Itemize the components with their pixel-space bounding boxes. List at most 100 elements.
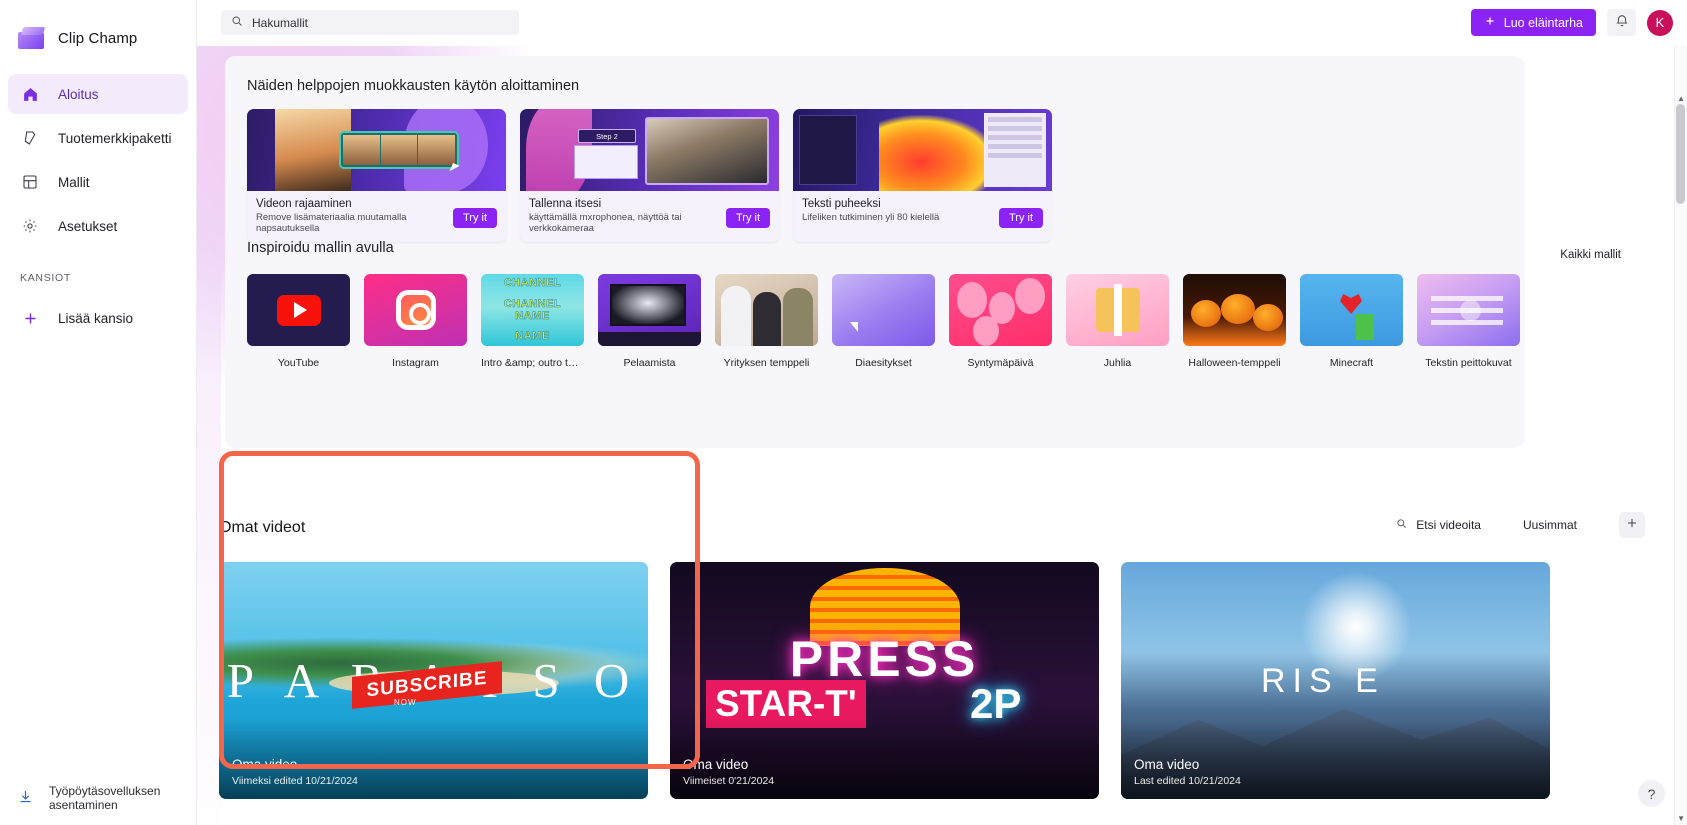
try-it-button[interactable]: Try it: [452, 208, 497, 228]
sidebar-item-label: Aloitus: [58, 86, 99, 102]
sidebar-item-label: Lisää kansio: [58, 310, 134, 326]
templates-title: Inspiroidu mallin avulla: [247, 240, 394, 256]
chevron-right-icon: ›: [1460, 300, 1481, 321]
scroll-down-arrow[interactable]: ▼: [1677, 814, 1685, 823]
sidebar-item-aloitus[interactable]: Aloitus: [8, 74, 188, 114]
template-label: Pelaamista: [623, 357, 676, 369]
brand-kit-icon: [20, 128, 40, 148]
sort-dropdown[interactable]: Uusimmat: [1523, 518, 1577, 532]
template-thumbnail: [598, 274, 701, 346]
template-card-birthday[interactable]: Syntymäpäivä: [949, 274, 1052, 369]
quick-edit-thumbnail: Step 2: [520, 109, 779, 191]
template-card-instagram[interactable]: Instagram: [364, 274, 467, 369]
template-thumbnail: CHANNEL CHANNEL NAME NAME: [481, 274, 584, 346]
template-thumbnail: [1300, 274, 1403, 346]
search-templates-input[interactable]: Hakumallit: [221, 10, 519, 35]
add-video-button[interactable]: [1619, 512, 1645, 538]
search-templates-value: Hakumallit: [252, 15, 309, 30]
template-card-youtube[interactable]: YouTube: [247, 274, 350, 369]
plus-icon: [1625, 515, 1639, 535]
template-card-intro-outro[interactable]: CHANNEL CHANNEL NAME NAME Intro &amp; ou…: [481, 274, 584, 369]
template-label: YouTube: [277, 357, 320, 369]
template-thumbnail: [1066, 274, 1169, 346]
brand-name: Clip Champ: [58, 30, 138, 47]
template-card-text-overlays[interactable]: › Tekstin peittokuvat: [1417, 274, 1520, 369]
template-label: Minecraft: [1329, 357, 1374, 369]
video-name: Oma video: [683, 757, 749, 772]
notifications-button[interactable]: [1607, 9, 1636, 36]
template-label: Instagram: [392, 357, 439, 369]
sidebar-item-label: Tuotemerkkipaketti: [58, 130, 172, 146]
gear-icon: [20, 216, 40, 236]
template-card-business[interactable]: Yrityksen temppeli: [715, 274, 818, 369]
decorative-gradient-strip: [197, 46, 221, 825]
sidebar-nav: Aloitus Tuotemerkkipaketti Mallit Asetuk…: [0, 74, 196, 246]
sidebar-folders: Lisää kansio: [0, 298, 196, 338]
template-label: Diaesitykset: [855, 357, 912, 369]
video-card[interactable]: RIS E Oma video Last edited 10/21/2024: [1121, 562, 1550, 799]
my-videos-title: Omat videot: [219, 519, 306, 536]
download-icon: [18, 789, 33, 807]
quick-edit-card[interactable]: Videon rajaaminen Remove lisämateriaalia…: [247, 109, 506, 242]
video-card[interactable]: PRESS STAR-T' 2P Oma video Viimeiset 0'2…: [670, 562, 1099, 799]
try-it-button[interactable]: Try it: [998, 208, 1043, 228]
template-card-minecraft[interactable]: Minecraft: [1300, 274, 1403, 369]
template-thumbnail: [247, 274, 350, 346]
quick-edit-subtitle: Remove lisämateriaalia muutamalla napsau…: [256, 212, 407, 235]
quick-edit-thumbnail: [793, 109, 1052, 191]
video-name: Oma video: [232, 757, 298, 772]
install-desktop-app[interactable]: Työpöytäsovelluksen asentaminen: [0, 781, 197, 815]
sidebar-item-add-folder[interactable]: Lisää kansio: [8, 298, 188, 338]
quick-edit-subtitle: käyttämällä mxrophonea, näyttöä tai verk…: [529, 212, 682, 235]
scroll-up-arrow[interactable]: ▲: [1677, 94, 1685, 103]
quick-edits-title: Näiden helppojen muokkausten käytön aloi…: [247, 78, 580, 94]
quick-edit-card[interactable]: Step 2 Tallenna itsesi käyttämällä mxrop…: [520, 109, 779, 242]
create-button[interactable]: Luo eläintarha: [1470, 9, 1596, 36]
template-thumbnail: [832, 274, 935, 346]
video-edited: Viimeiset 0'21/2024: [683, 775, 775, 787]
hero-card: Näiden helppojen muokkausten käytön aloi…: [225, 56, 1621, 448]
main-content: Näiden helppojen muokkausten käytön aloi…: [197, 46, 1687, 825]
templates-row: YouTube Instagram CHANNEL CHANNEL NAME N…: [247, 274, 1520, 369]
scrollbar-thumb[interactable]: [1676, 104, 1685, 204]
bell-icon: [1615, 14, 1629, 31]
templates-grid-icon: [20, 172, 40, 192]
all-templates-link[interactable]: Kaikki mallit: [1560, 249, 1621, 261]
search-icon: [1396, 518, 1407, 532]
sidebar-item-label: Asetukset: [58, 218, 118, 234]
brand[interactable]: Clip Champ: [0, 0, 196, 60]
try-it-button[interactable]: Try it: [725, 208, 770, 228]
template-card-halloween[interactable]: Halloween-temppeli: [1183, 274, 1286, 369]
vertical-scrollbar[interactable]: ▲ ▼: [1674, 46, 1687, 825]
my-videos-toolbar: Etsi videoita Uusimmat: [1396, 512, 1645, 538]
quick-edit-card[interactable]: Teksti puheeksi Lifeliken tutkiminen yli…: [793, 109, 1052, 242]
quick-edit-thumbnail: [247, 109, 506, 191]
video-name: Oma video: [1134, 757, 1200, 772]
video-edited: Last edited 10/21/2024: [1134, 775, 1241, 787]
top-bar-right: Luo eläintarha K: [1470, 9, 1673, 36]
plus-icon: [20, 308, 40, 328]
help-button[interactable]: ?: [1638, 780, 1665, 807]
sidebar-section-label: KANSIOT: [20, 272, 71, 284]
video-overlay-small: NOW: [394, 698, 417, 707]
template-card-party[interactable]: Juhlia: [1066, 274, 1169, 369]
template-label: Juhlia: [1103, 357, 1132, 369]
sidebar-item-asetukset[interactable]: Asetukset: [8, 206, 188, 246]
sidebar-item-mallit[interactable]: Mallit: [8, 162, 188, 202]
video-card[interactable]: P A R A I S O SUBSCRIBE NOW Oma video Vi…: [219, 562, 648, 799]
template-thumbnail: [1183, 274, 1286, 346]
template-card-gaming[interactable]: Pelaamista: [598, 274, 701, 369]
clipchamp-logo-icon: [18, 26, 46, 51]
search-videos-input[interactable]: Etsi videoita: [1396, 518, 1481, 532]
avatar[interactable]: K: [1647, 9, 1673, 36]
video-list: P A R A I S O SUBSCRIBE NOW Oma video Vi…: [219, 562, 1550, 799]
template-label: Syntymäpäivä: [967, 357, 1034, 369]
template-card-slideshow[interactable]: Diaesitykset: [832, 274, 935, 369]
question-mark-icon: ?: [1647, 785, 1656, 802]
quick-edit-subtitle: Lifeliken tutkiminen yli 80 kielellä: [802, 212, 940, 223]
template-label: Tekstin peittokuvat: [1425, 357, 1512, 369]
video-overlay-badge: STAR-T': [715, 683, 857, 724]
sidebar-item-tuotemerkkipaketti[interactable]: Tuotemerkkipaketti: [8, 118, 188, 158]
home-icon: [20, 84, 40, 104]
install-desktop-app-label: Työpöytäsovelluksen asentaminen: [49, 784, 161, 812]
